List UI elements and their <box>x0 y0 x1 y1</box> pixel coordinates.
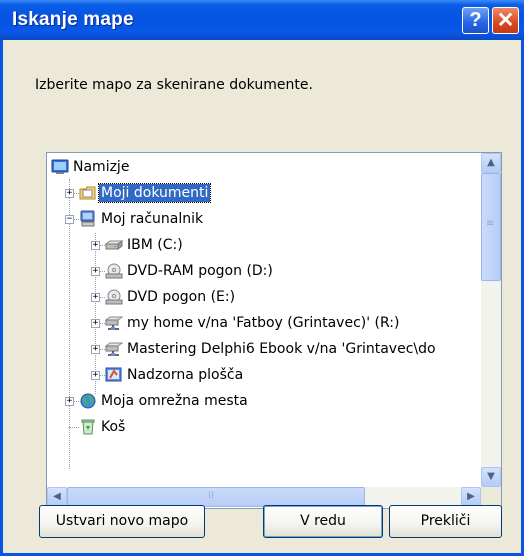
expand-toggle[interactable]: + <box>65 397 74 406</box>
scroll-right-button[interactable]: ▶ <box>461 487 481 507</box>
tree-item-dvd-e[interactable]: + DVD pogon (E:) <box>47 287 477 309</box>
collapse-toggle[interactable]: − <box>65 215 74 224</box>
tree-item-label: DVD-RAM pogon (D:) <box>127 263 273 279</box>
tree-item-label: Moja omrežna mesta <box>101 393 248 409</box>
expand-toggle[interactable]: + <box>65 189 74 198</box>
tree-item-label: Mastering Delphi6 Ebook v/na 'Grintavec\… <box>127 341 436 357</box>
expand-toggle[interactable]: + <box>91 319 100 328</box>
tree-item-mastering-delphi[interactable]: + Mastering Delphi6 Ebook v/na 'Grintave… <box>47 339 477 361</box>
expand-toggle[interactable]: + <box>91 345 100 354</box>
scroll-down-button[interactable]: ▼ <box>481 467 501 487</box>
network-places-icon <box>79 392 97 410</box>
scroll-up-button[interactable]: ▲ <box>481 153 501 173</box>
expand-toggle[interactable]: + <box>91 267 100 276</box>
close-button[interactable]: ✕ <box>492 7 519 34</box>
scrollbar-corner <box>481 487 501 507</box>
hard-drive-icon <box>104 236 124 254</box>
tree-item-moji-dokumenti[interactable]: + Moji dokumenti <box>47 183 477 205</box>
my-computer-icon <box>79 210 97 228</box>
horizontal-scrollbar[interactable]: ◀ ⁞⁞ ▶ <box>47 487 481 507</box>
my-documents-folder-icon <box>79 184 97 202</box>
ok-button[interactable]: V redu <box>263 505 383 538</box>
expand-toggle[interactable]: + <box>91 293 100 302</box>
tree-item-label: IBM (C:) <box>127 237 183 253</box>
tree-line <box>69 427 79 428</box>
scroll-left-button[interactable]: ◀ <box>47 487 67 507</box>
expand-toggle[interactable]: + <box>91 371 100 380</box>
cancel-button[interactable]: Prekliči <box>389 505 502 538</box>
tree-item-namizje[interactable]: Namizje <box>47 157 477 179</box>
vertical-scrollbar[interactable]: ▲ ≡ ▼ <box>481 153 501 487</box>
help-button[interactable]: ? <box>462 7 489 34</box>
folder-tree[interactable]: Namizje + Moji dokumenti − Moj računalni… <box>46 152 502 509</box>
network-drive-icon <box>104 340 124 358</box>
control-panel-icon <box>105 366 123 384</box>
tree-item-label: DVD pogon (E:) <box>127 289 236 305</box>
desktop-icon <box>51 158 69 176</box>
tree-item-label: Moj računalnik <box>101 211 204 227</box>
expand-toggle[interactable]: + <box>91 241 100 250</box>
horizontal-scroll-thumb[interactable]: ⁞⁞ <box>67 487 365 507</box>
dialog-body: Izberite mapo za skenirane dokumente. Na… <box>3 40 521 553</box>
tree-item-label: Nadzorna plošča <box>127 367 244 383</box>
tree-item-my-home-r[interactable]: + my home v/na 'Fatboy (Grintavec)' (R:) <box>47 313 477 335</box>
tree-item-label: Namizje <box>73 159 130 175</box>
network-drive-icon <box>104 314 124 332</box>
tree-item-label: my home v/na 'Fatboy (Grintavec)' (R:) <box>127 315 400 331</box>
tree-item-label: Koš <box>101 419 126 435</box>
tree-item-moj-racunalnik[interactable]: − Moj računalnik <box>47 209 477 231</box>
new-folder-button[interactable]: Ustvari novo mapo <box>39 505 205 538</box>
dialog-window: Iskanje mape ? ✕ Izberite mapo za skenir… <box>0 0 524 556</box>
instruction-text: Izberite mapo za skenirane dokumente. <box>35 77 313 93</box>
window-title: Iskanje mape <box>12 9 134 30</box>
dvd-drive-icon <box>105 288 123 306</box>
tree-item-nadzorna-plosca[interactable]: + Nadzorna plošča <box>47 365 477 387</box>
recycle-bin-icon <box>79 418 97 436</box>
tree-item-dvd-ram-d[interactable]: + DVD-RAM pogon (D:) <box>47 261 477 283</box>
tree-item-ibm-c[interactable]: + IBM (C:) <box>47 235 477 257</box>
title-bar[interactable]: Iskanje mape ? ✕ <box>0 0 524 40</box>
tree-item-label: Moji dokumenti <box>97 183 212 203</box>
grip-icon: ⁞⁞ <box>208 490 215 501</box>
vertical-scroll-thumb[interactable]: ≡ <box>481 173 501 281</box>
dvd-drive-icon <box>105 262 123 280</box>
grip-icon: ≡ <box>486 218 495 229</box>
tree-item-kos[interactable]: Koš <box>47 417 477 439</box>
tree-item-moja-omrezna-mesta[interactable]: + Moja omrežna mesta <box>47 391 477 413</box>
